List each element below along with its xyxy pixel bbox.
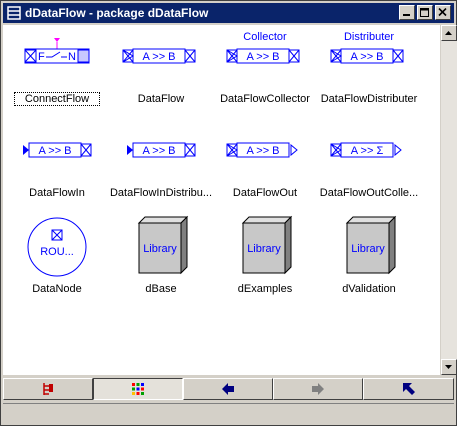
item-label: DataFlowCollector [220, 93, 310, 105]
item-dbase[interactable]: Library dBase [109, 213, 213, 299]
item-label: ConnectFlow [14, 92, 100, 106]
dataflow-out-icon: A >> B [226, 142, 298, 158]
item-dataflow[interactable]: A >> B DataFlow [109, 31, 213, 117]
item-dataflow-collector[interactable]: Collector A >> B DataFlowCollector [213, 31, 317, 117]
close-icon [438, 8, 447, 17]
item-dataflow-out[interactable]: A >> B DataFlowOut [213, 125, 317, 211]
up-button[interactable] [363, 378, 454, 400]
dataflow-in-icon: A >> B [23, 142, 92, 158]
item-dvalidation[interactable]: Library dValidation [317, 213, 421, 299]
icon-inner-text: A >> B [142, 51, 175, 63]
package-browser-window: dDataFlow - package dDataFlow F N Connec… [0, 0, 457, 426]
back-button[interactable] [183, 378, 273, 400]
library-icon: Library [241, 215, 293, 275]
item-label: DataFlowInDistribu... [109, 187, 213, 199]
dataflow-collector-icon: A >> B [226, 48, 300, 64]
svg-text:Library: Library [143, 243, 177, 255]
dataflow-out-collector-icon: A >> Σ [330, 142, 402, 158]
scroll-track[interactable] [441, 41, 457, 359]
icon-grid: F N ConnectFlow A >> B DataFlow Collecto… [3, 25, 440, 375]
svg-text:A >> B: A >> B [142, 145, 175, 157]
item-label: DataFlowOutColle... [319, 187, 419, 199]
minimize-icon [403, 14, 410, 16]
item-dataflow-distributer[interactable]: Distributer A >> B DataFlowDistributer [317, 31, 421, 117]
item-label: DataFlow [137, 93, 185, 105]
connectflow-icon: F N [24, 38, 90, 64]
item-label: DataFlowIn [29, 187, 85, 199]
status-bar [3, 403, 454, 423]
svg-text:ROU...: ROU... [40, 246, 74, 258]
item-dataflow-in-distributer[interactable]: A >> B DataFlowInDistribu... [109, 125, 213, 211]
back-arrow-icon [222, 383, 234, 395]
vertical-scrollbar[interactable] [440, 25, 457, 375]
scroll-down-button[interactable] [441, 359, 457, 375]
svg-text:Library: Library [351, 243, 385, 255]
forward-arrow-icon [312, 383, 324, 395]
item-label: dBase [145, 283, 177, 295]
tree-view-button[interactable] [3, 378, 93, 400]
title-bar[interactable]: dDataFlow - package dDataFlow [3, 3, 454, 23]
svg-text:Library: Library [247, 243, 281, 255]
scroll-down-icon [445, 365, 452, 369]
dataflow-icon: A >> B [122, 48, 196, 64]
icon-view-button[interactable] [93, 378, 183, 400]
scroll-up-button[interactable] [441, 25, 457, 41]
forward-button[interactable] [273, 378, 363, 400]
item-label: DataFlowDistributer [320, 93, 418, 105]
svg-text:F: F [38, 51, 45, 63]
item-connectflow[interactable]: F N ConnectFlow [5, 31, 109, 117]
svg-text:A >> B: A >> B [246, 51, 279, 63]
dataflow-in-distributer-icon: A >> B [127, 142, 196, 158]
library-icon: Library [345, 215, 397, 275]
svg-text:A >> B: A >> B [246, 145, 279, 157]
svg-text:A >> B: A >> B [38, 145, 71, 157]
maximize-button[interactable] [417, 5, 433, 20]
view-toolbar [3, 378, 454, 402]
window-controls [397, 5, 451, 20]
window-app-icon [7, 6, 21, 20]
minimize-button[interactable] [399, 5, 415, 20]
item-datanode[interactable]: ROU... DataNode [5, 213, 109, 299]
item-dataflow-in[interactable]: A >> B DataFlowIn [5, 125, 109, 211]
dataflow-distributer-icon: A >> B [330, 48, 404, 64]
maximize-icon [420, 8, 429, 17]
item-label: DataFlowOut [232, 187, 298, 199]
item-dexamples[interactable]: Library dExamples [213, 213, 317, 299]
item-label: DataNode [32, 283, 82, 295]
svg-text:A >> B: A >> B [350, 51, 383, 63]
icon-view-icon [132, 383, 144, 395]
svg-text:N: N [68, 51, 76, 63]
svg-text:A >> Σ: A >> Σ [351, 145, 384, 157]
datanode-icon: ROU... [27, 217, 87, 277]
up-arrow-icon [402, 383, 415, 395]
item-dataflow-out-collector[interactable]: A >> Σ DataFlowOutColle... [317, 125, 421, 211]
tree-view-icon [43, 383, 53, 395]
item-label: dExamples [237, 283, 293, 295]
library-icon: Library [137, 215, 189, 275]
close-button[interactable] [435, 5, 451, 20]
scroll-up-icon [445, 31, 452, 35]
window-title: dDataFlow - package dDataFlow [25, 6, 209, 20]
item-label: dValidation [342, 283, 396, 295]
